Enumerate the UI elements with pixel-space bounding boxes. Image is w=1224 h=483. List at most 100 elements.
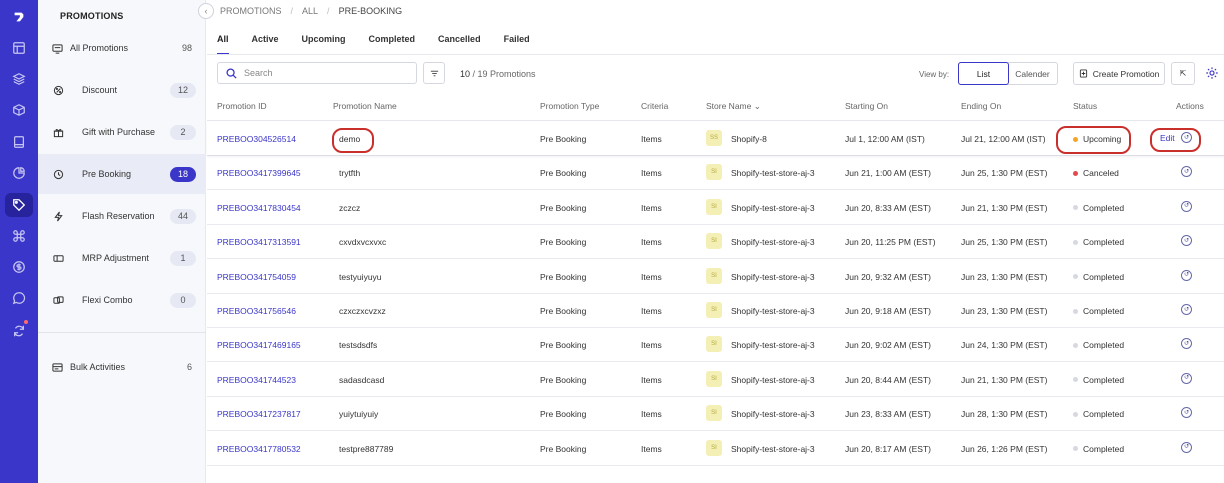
status-label: Completed [1083, 306, 1125, 316]
sidebar-item-pre-booking[interactable]: Pre Booking 18 [38, 154, 206, 194]
promotion-id-link[interactable]: PREBOO3417237817 [217, 409, 301, 419]
promotion-name: cxvdxvcxvxc [339, 237, 387, 248]
search-input[interactable] [244, 68, 404, 78]
view-list-button[interactable]: List [958, 62, 1009, 85]
table-row[interactable]: PREBOO3417469165 testsdsdfs Pre Booking Ite… [207, 328, 1224, 363]
sidebar-item-discount[interactable]: Discount 12 [38, 70, 206, 110]
tab-completed[interactable]: Completed [369, 34, 416, 55]
sidebar-item-flash-reservation[interactable]: Flash Reservation 44 [38, 196, 206, 236]
status-label: Completed [1083, 237, 1125, 248]
pie-chart-icon[interactable] [11, 165, 27, 181]
store-avatar: SI [706, 370, 722, 387]
promotion-id-link[interactable]: PREBOO304526514 [217, 134, 296, 144]
history-icon[interactable]: ↺ [1181, 166, 1192, 178]
sidebar-item-flexi-combo[interactable]: Flexi Combo 0 [38, 280, 206, 320]
status-badge: Completed [1073, 306, 1124, 316]
search-box[interactable] [217, 62, 417, 84]
breadcrumb: PROMOTIONS / ALL / PRE-BOOKING [220, 6, 402, 16]
status-label: Completed [1083, 340, 1125, 351]
sidebar-item-bulk-activities[interactable]: Bulk Activities 6 [38, 347, 206, 387]
status-dot [1073, 377, 1078, 383]
status-badge: Canceled [1073, 168, 1119, 178]
store-name: Shopify-test-store-aj-3 [731, 202, 815, 213]
chat-icon[interactable] [11, 290, 27, 306]
store-name: Shopify-test-store-aj-3 [731, 168, 815, 179]
table-row[interactable]: PREBOO3417780532 testpre887789 Pre Booking… [207, 432, 1224, 466]
logo-icon[interactable] [11, 9, 27, 25]
filter-button[interactable] [423, 62, 445, 84]
history-icon[interactable]: ↺ [1181, 132, 1192, 143]
expand-view-button[interactable]: ⇱ [1171, 62, 1195, 85]
tabs-divider [207, 54, 1224, 55]
promotion-id-link[interactable]: PREBOO3417469165 [217, 340, 301, 350]
store-avatar: SI [706, 302, 722, 318]
collapse-sidebar-button[interactable]: ‹ [198, 3, 214, 19]
history-icon[interactable]: ↺ [1181, 304, 1192, 315]
ending-on: Jun 23, 1:30 PM (EST) [961, 306, 1048, 316]
history-icon[interactable]: ↺ [1181, 269, 1192, 281]
layout-icon[interactable] [11, 40, 27, 56]
promotion-id-link[interactable]: PREBOO3417399645 [217, 168, 301, 178]
sidebar-item-label: Pre Booking [82, 169, 132, 179]
promotion-name: yuiytuiyuiy [339, 409, 379, 420]
ticket-icon [52, 252, 64, 264]
history-icon[interactable]: ↺ [1181, 200, 1192, 212]
promotion-id-link[interactable]: PREBOO3417313591 [217, 237, 301, 247]
tag-icon[interactable] [5, 193, 33, 217]
table-row[interactable]: PREBOO341754059 testyuiyuyu Pre Booking Ite… [207, 260, 1224, 294]
table-row[interactable]: PREBOO304526514 demo Pre Booking Items SS Sho… [207, 122, 1224, 156]
promotion-id-link[interactable]: PREBOO341754059 [217, 272, 296, 282]
sidebar-item-mrp-adjustment[interactable]: MRP Adjustment 1 [38, 238, 206, 278]
history-glyph: ↺ [1183, 272, 1190, 279]
status-dot [1073, 274, 1078, 280]
tab-active[interactable]: Active [252, 34, 279, 55]
sidebar-item-label: Discount [82, 85, 118, 95]
table-row[interactable]: PREBOO3417399645 trytfth Pre Booking Items S… [207, 156, 1224, 191]
history-glyph: ↺ [1183, 340, 1190, 347]
settings-gear-icon[interactable] [1205, 66, 1219, 80]
history-icon[interactable]: ↺ [1181, 407, 1192, 419]
book-icon[interactable] [11, 134, 27, 150]
sidebar-item-count: 2 [170, 124, 196, 140]
tab-cancelled[interactable]: Cancelled [438, 34, 481, 55]
breadcrumb-all[interactable]: ALL [302, 6, 318, 16]
promotion-id-link[interactable]: PREBOO3417780532 [217, 444, 301, 454]
tab-failed[interactable]: Failed [504, 34, 530, 55]
breadcrumb-promotions[interactable]: PROMOTIONS [220, 6, 282, 16]
list-icon [51, 42, 63, 54]
table-row[interactable]: PREBOO341744523 sadasdcasd Pre Booking Item… [207, 363, 1224, 397]
table-row[interactable]: PREBOO3417237817 yuiytuiyuiy Pre Booking It… [207, 397, 1224, 432]
currency-icon[interactable] [11, 259, 27, 275]
box-icon[interactable] [11, 102, 27, 118]
layers-icon[interactable] [11, 71, 27, 87]
sidebar-item-gift-with-purchase[interactable]: Gift with Purchase 2 [38, 112, 206, 152]
promotion-type: Pre Booking [540, 134, 587, 144]
column-promotion-type: Promotion Type [540, 101, 600, 111]
status-label: Completed [1083, 202, 1125, 213]
create-promotion-button[interactable]: Create Promotion [1073, 62, 1165, 85]
table-row[interactable]: PREBOO3417830454 zczcz Pre Booking Items SI S… [207, 191, 1224, 225]
history-icon[interactable]: ↺ [1181, 338, 1192, 350]
history-icon[interactable]: ↺ [1181, 235, 1192, 247]
sync-icon[interactable] [11, 323, 27, 339]
promotion-id-link[interactable]: PREBOO341744523 [217, 375, 296, 385]
history-icon[interactable]: ↺ [1181, 372, 1192, 384]
edit-button[interactable]: Edit [1160, 133, 1175, 143]
promotion-id-link[interactable]: PREBOO341756546 [217, 306, 296, 316]
sidebar-item-count: 18 [170, 166, 196, 182]
starting-on: Jun 20, 9:18 AM (EST) [845, 306, 931, 316]
history-icon[interactable]: ↺ [1181, 441, 1192, 453]
column-store-name[interactable]: Store Name ⌄ [706, 101, 761, 112]
filter-icon [430, 70, 438, 76]
sidebar-item-count: 1 [170, 250, 196, 266]
status-label: Completed [1083, 443, 1125, 454]
promotion-id-link[interactable]: PREBOO3417830454 [217, 203, 301, 213]
sidebar-item-all-promotions[interactable]: All Promotions 98 [38, 28, 206, 68]
view-calendar-button[interactable]: Calender [1008, 63, 1057, 84]
table-row[interactable]: PREBOO341756546 czxczxcvzxz Pre Booking Ite… [207, 294, 1224, 328]
tab-all[interactable]: All [217, 34, 229, 55]
tab-upcoming[interactable]: Upcoming [302, 34, 346, 55]
command-icon[interactable] [11, 228, 27, 244]
table-row[interactable]: PREBOO3417313591 cxvdxvcxvxc Pre Booking It… [207, 225, 1224, 260]
promotion-name: testyuiyuyu [339, 271, 382, 282]
